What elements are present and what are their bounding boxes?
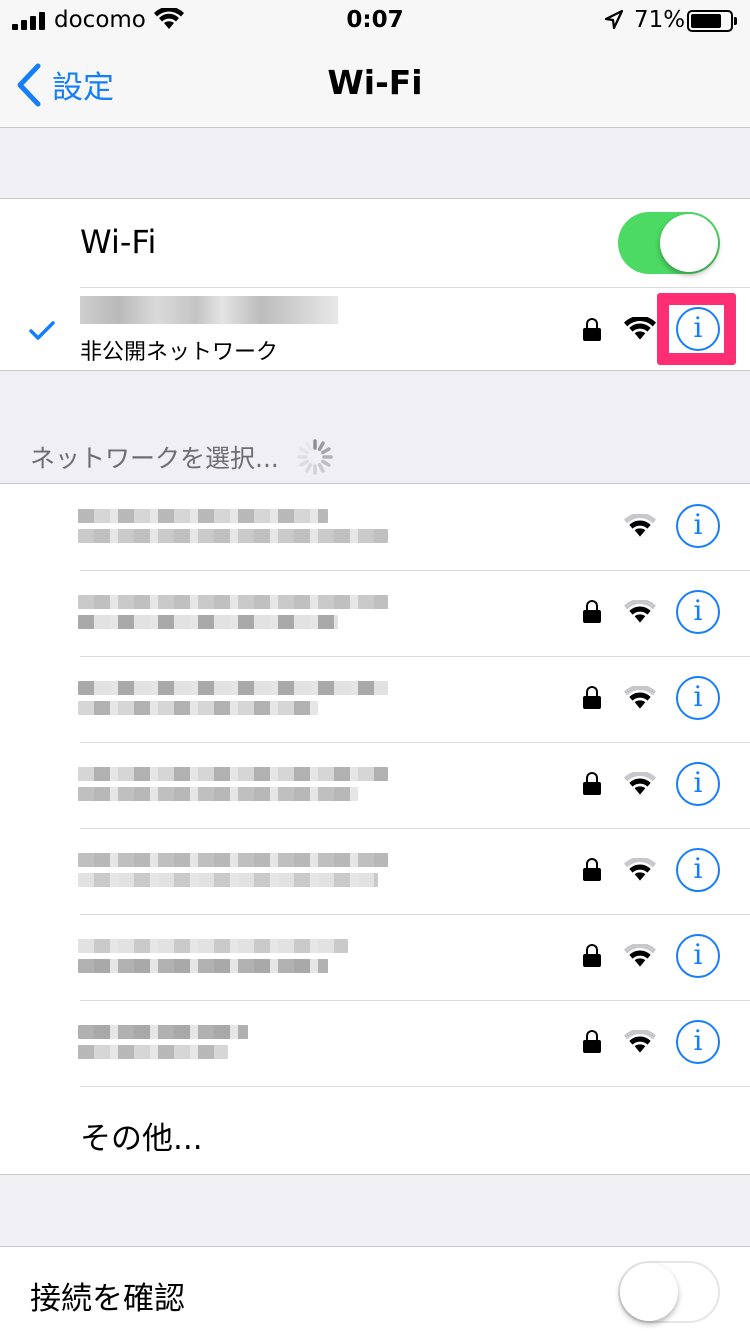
wifi-group: Wi-Fi 非公開ネットワーク	[0, 198, 750, 371]
toggle-knob	[660, 214, 718, 272]
wifi-signal-icon	[624, 772, 656, 795]
wifi-toggle[interactable]	[618, 212, 720, 274]
network-info-button[interactable]: i	[676, 762, 720, 806]
choose-network-header: ネットワークを選択...	[30, 437, 335, 477]
toggle-knob	[620, 1263, 678, 1321]
network-info-button[interactable]: i	[676, 934, 720, 978]
connected-network-info-button[interactable]: i	[676, 307, 720, 351]
ask-to-join-row: 接続を確認	[0, 1247, 750, 1334]
page-title: Wi-Fi	[327, 63, 423, 102]
wifi-signal-icon	[624, 514, 656, 537]
wifi-signal-icon	[624, 944, 656, 967]
network-row[interactable]: i	[0, 914, 750, 1000]
lock-icon	[583, 600, 601, 624]
network-info-button[interactable]: i	[676, 848, 720, 892]
ask-to-join-toggle[interactable]	[618, 1261, 720, 1323]
lock-icon	[583, 318, 601, 342]
network-row[interactable]: i	[0, 742, 750, 828]
lock-icon	[583, 686, 601, 710]
network-row[interactable]: i	[0, 1000, 750, 1086]
lock-icon	[583, 1030, 601, 1054]
lock-icon	[583, 944, 601, 968]
loading-spinner-icon	[297, 439, 333, 475]
network-row[interactable]: i	[0, 484, 750, 570]
lock-icon	[583, 772, 601, 796]
other-network-row[interactable]: その他...	[0, 1087, 750, 1175]
network-info-button[interactable]: i	[676, 1020, 720, 1064]
network-name-redacted	[78, 592, 388, 632]
network-name-redacted	[78, 1022, 248, 1062]
network-row[interactable]: i	[0, 828, 750, 914]
network-name-redacted	[78, 850, 388, 890]
network-list: iiiiiii その他...	[0, 483, 750, 1175]
network-name-redacted	[78, 678, 388, 718]
wifi-toggle-row: Wi-Fi	[0, 199, 750, 287]
ask-to-join-group: 接続を確認	[0, 1246, 750, 1334]
checkmark-icon	[29, 321, 55, 340]
wifi-signal-icon	[624, 858, 656, 881]
network-row[interactable]: i	[0, 570, 750, 656]
other-network-label: その他...	[80, 1121, 203, 1157]
navigation-bar: 設定 Wi-Fi	[0, 40, 750, 128]
network-name-redacted	[78, 764, 388, 804]
network-name-redacted	[78, 506, 388, 546]
status-bar: docomo 0:07 71%	[0, 0, 750, 40]
connected-network-name-redacted	[80, 296, 338, 324]
lock-icon	[583, 858, 601, 882]
connected-network-row[interactable]: 非公開ネットワーク	[0, 288, 750, 371]
choose-network-header-text: ネットワークを選択...	[30, 444, 279, 473]
connected-network-subtitle: 非公開ネットワーク	[80, 340, 279, 365]
battery-percentage: 71%	[634, 7, 686, 33]
network-info-button[interactable]: i	[676, 590, 720, 634]
ask-to-join-label: 接続を確認	[30, 1281, 185, 1317]
wifi-signal-icon	[624, 686, 656, 709]
battery-icon	[687, 10, 737, 32]
network-row[interactable]: i	[0, 656, 750, 742]
network-name-redacted	[78, 936, 348, 976]
location-arrow-icon	[604, 9, 624, 30]
wifi-toggle-label: Wi-Fi	[80, 223, 157, 261]
wifi-signal-icon	[624, 1030, 656, 1053]
wifi-signal-icon	[624, 600, 656, 623]
network-info-button[interactable]: i	[676, 676, 720, 720]
network-info-button[interactable]: i	[676, 504, 720, 548]
wifi-signal-icon	[624, 317, 656, 340]
